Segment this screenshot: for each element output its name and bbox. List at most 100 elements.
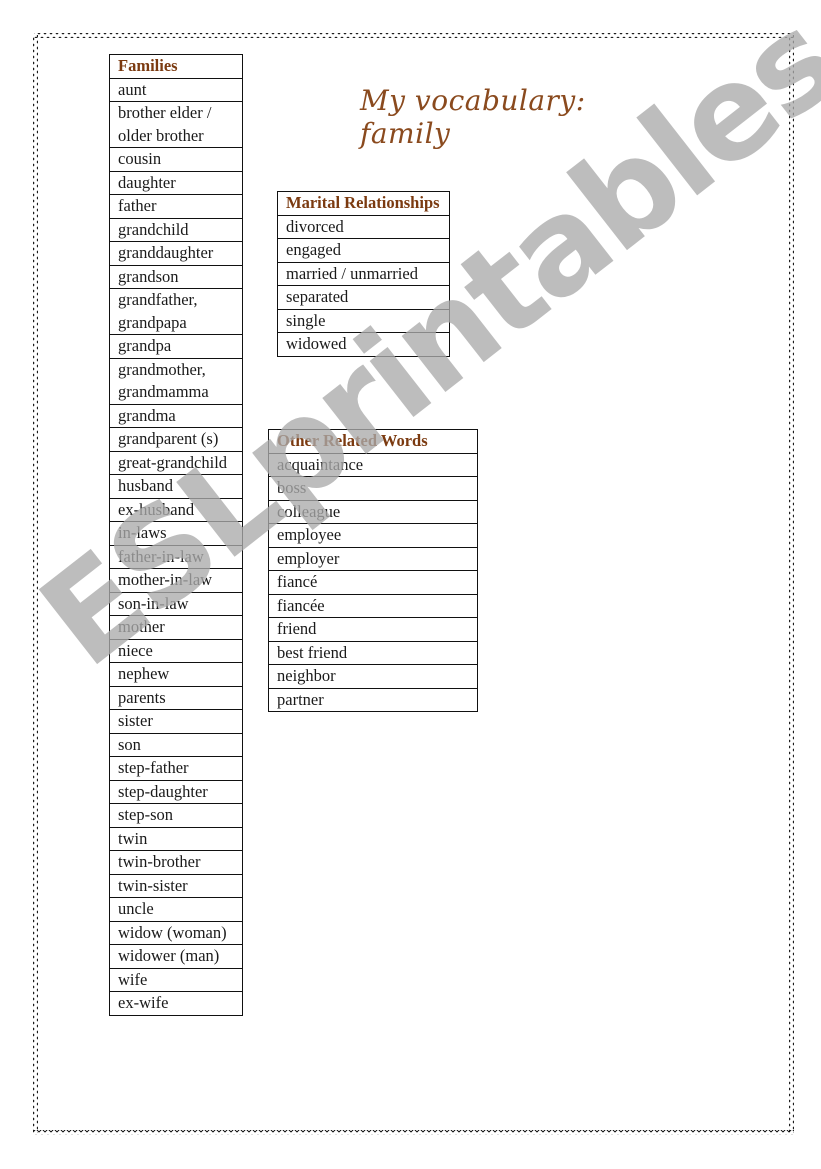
table-row: niece	[109, 638, 243, 663]
vocab-word: son-in-law	[109, 591, 243, 616]
other-related-words-table: Other Related Words acquaintance boss coll…	[268, 429, 478, 712]
table-row: nephew	[109, 662, 243, 687]
table-row: aunt	[109, 77, 243, 102]
table-row: twin	[109, 826, 243, 851]
vocab-word: grandfather, grandpapa	[109, 288, 243, 335]
vocab-word: boss	[268, 476, 478, 501]
table-row: daughter	[109, 170, 243, 195]
vocab-word: mother-in-law	[109, 568, 243, 593]
vocab-word: engaged	[277, 238, 450, 263]
vocab-word: widower (man)	[109, 944, 243, 969]
vocab-word: daughter	[109, 170, 243, 195]
vocab-word: grandma	[109, 403, 243, 428]
table-row: wife	[109, 967, 243, 992]
table-row: separated	[277, 285, 450, 310]
table-row: in-laws	[109, 521, 243, 546]
table-row: divorced	[277, 214, 450, 239]
vocab-word: son	[109, 732, 243, 757]
vocab-word: grandparent (s)	[109, 427, 243, 452]
vocab-word: husband	[109, 474, 243, 499]
table-row: grandmother, grandmamma	[109, 357, 243, 405]
marital-header: Marital Relationships	[277, 191, 450, 216]
vocab-word: partner	[268, 687, 478, 712]
vocab-word: acquaintance	[268, 452, 478, 477]
other-header: Other Related Words	[268, 429, 478, 454]
page-title: My vocabulary: family	[360, 84, 586, 150]
vocab-word: niece	[109, 638, 243, 663]
table-row: step-daughter	[109, 779, 243, 804]
table-row: colleague	[268, 499, 478, 524]
table-row: father	[109, 194, 243, 219]
families-table: Families aunt brother elder / older broth…	[109, 54, 243, 1016]
table-row: fiancée	[268, 593, 478, 618]
vocab-word: step-daughter	[109, 779, 243, 804]
vocab-word: twin-brother	[109, 850, 243, 875]
vocab-word: grandmother, grandmamma	[109, 357, 243, 405]
vocab-word: sister	[109, 709, 243, 734]
table-row: boss	[268, 476, 478, 501]
table-row: uncle	[109, 897, 243, 922]
vocab-word: married / unmarried	[277, 261, 450, 286]
table-row: married / unmarried	[277, 261, 450, 286]
vocab-word: grandson	[109, 264, 243, 289]
vocab-word: wife	[109, 967, 243, 992]
table-row: brother elder / older brother	[109, 101, 243, 148]
vocab-word: granddaughter	[109, 241, 243, 266]
vocab-word: neighbor	[268, 664, 478, 689]
table-row: single	[277, 308, 450, 333]
table-row: son-in-law	[109, 591, 243, 616]
table-row: parents	[109, 685, 243, 710]
table-row: widower (man)	[109, 944, 243, 969]
vocab-word: friend	[268, 617, 478, 642]
vocab-word: best friend	[268, 640, 478, 665]
vocab-word: grandchild	[109, 217, 243, 242]
table-row: grandma	[109, 403, 243, 428]
vocab-word: employer	[268, 546, 478, 571]
table-row: neighbor	[268, 664, 478, 689]
table-row: husband	[109, 474, 243, 499]
vocab-word: fiancée	[268, 593, 478, 618]
table-row: widowed	[277, 332, 450, 357]
table-row: twin-sister	[109, 873, 243, 898]
vocab-word: twin	[109, 826, 243, 851]
vocab-word: in-laws	[109, 521, 243, 546]
vocab-word: aunt	[109, 77, 243, 102]
table-row: granddaughter	[109, 241, 243, 266]
table-row: employer	[268, 546, 478, 571]
vocab-word: step-son	[109, 803, 243, 828]
vocab-word: ex-wife	[109, 991, 243, 1016]
table-row: fiancé	[268, 570, 478, 595]
table-row: engaged	[277, 238, 450, 263]
table-row: cousin	[109, 147, 243, 172]
table-row: father-in-law	[109, 544, 243, 569]
table-row: acquaintance	[268, 452, 478, 477]
table-row: employee	[268, 523, 478, 548]
vocab-word: colleague	[268, 499, 478, 524]
table-row: grandpa	[109, 334, 243, 359]
families-table-wrapper: Families aunt brother elder / older broth…	[109, 54, 245, 1086]
table-row: mother-in-law	[109, 568, 243, 593]
vocab-word: divorced	[277, 214, 450, 239]
vocab-word: cousin	[109, 147, 243, 172]
table-row: sister	[109, 709, 243, 734]
vocab-word: grandpa	[109, 334, 243, 359]
vocab-word: step-father	[109, 756, 243, 781]
vocab-word: fiancé	[268, 570, 478, 595]
vocab-word: single	[277, 308, 450, 333]
table-row: best friend	[268, 640, 478, 665]
vocab-word: mother	[109, 615, 243, 640]
vocab-word: great-grandchild	[109, 450, 243, 475]
vocab-word: ex-husband	[109, 497, 243, 522]
table-row: grandfather, grandpapa	[109, 288, 243, 335]
table-row: grandchild	[109, 217, 243, 242]
vocab-word: twin-sister	[109, 873, 243, 898]
table-row: step-son	[109, 803, 243, 828]
vocab-word: widowed	[277, 332, 450, 357]
table-row: son	[109, 732, 243, 757]
table-row: friend	[268, 617, 478, 642]
vocab-word: brother elder / older brother	[109, 101, 243, 148]
vocab-word: father	[109, 194, 243, 219]
table-row: widow (woman)	[109, 920, 243, 945]
vocab-word: widow (woman)	[109, 920, 243, 945]
vocab-word: father-in-law	[109, 544, 243, 569]
